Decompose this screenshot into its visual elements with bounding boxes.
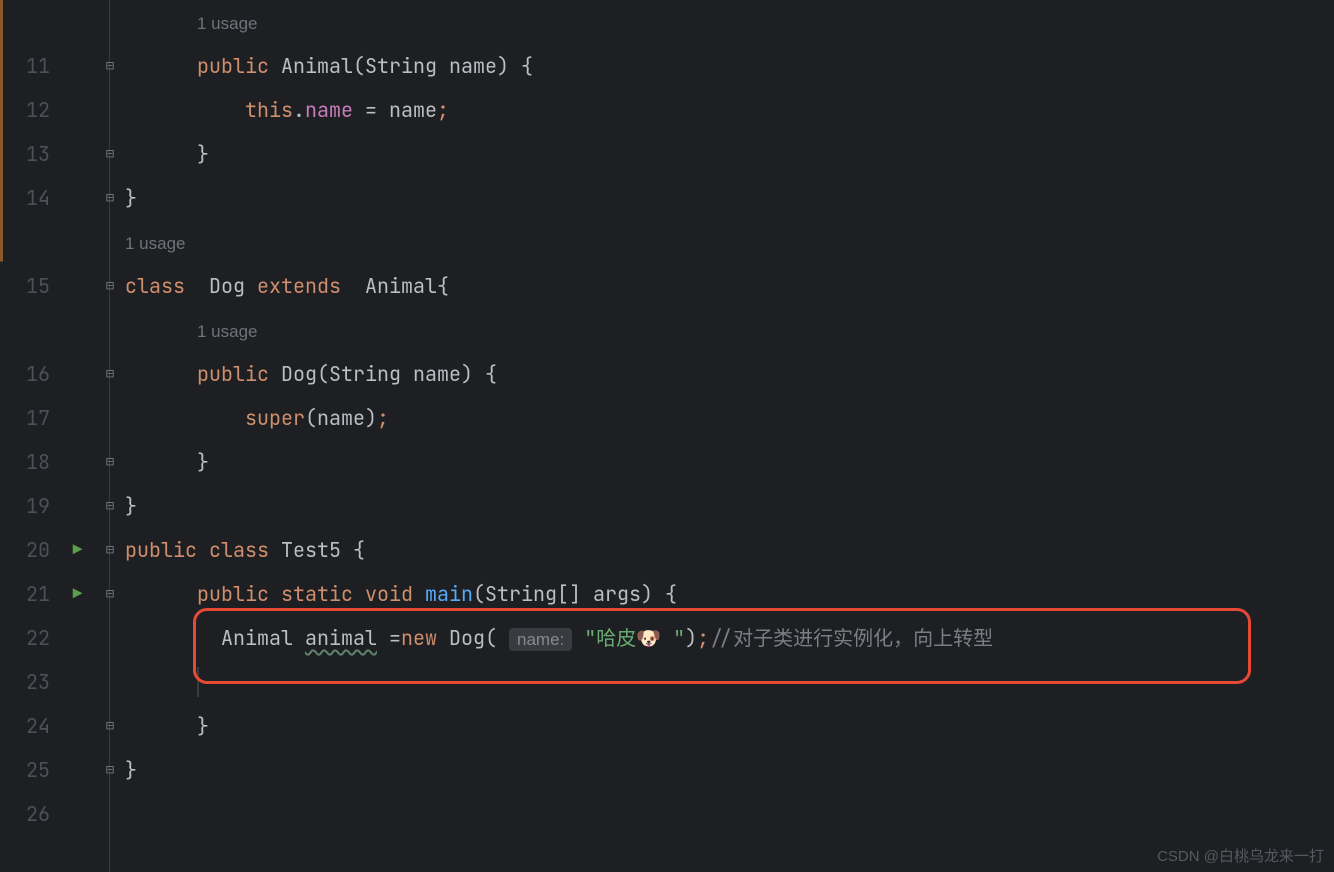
watermark-text: CSDN @白桃乌龙来一打 xyxy=(1157,845,1324,866)
code-line: public class Test5 { xyxy=(125,528,1334,572)
fold-close-icon[interactable]: ⊟ xyxy=(95,704,125,748)
code-line: } xyxy=(125,704,1334,748)
line-number xyxy=(0,220,60,264)
line-number: 14 xyxy=(0,176,60,220)
line-number: 19 xyxy=(0,484,60,528)
fold-close-icon[interactable]: ⊟ xyxy=(95,440,125,484)
code-line: public Dog(String name) { xyxy=(125,352,1334,396)
line-number xyxy=(0,0,60,44)
code-line: } xyxy=(125,440,1334,484)
fold-open-icon[interactable]: ⊟ xyxy=(95,352,125,396)
line-number: 12 xyxy=(0,88,60,132)
line-number xyxy=(0,308,60,352)
code-line: } xyxy=(125,132,1334,176)
code-line: } xyxy=(125,176,1334,220)
line-number: 22 xyxy=(0,616,60,660)
run-class-icon[interactable]: ▶ xyxy=(60,528,95,572)
line-number: 25 xyxy=(0,748,60,792)
line-number: 11 xyxy=(0,44,60,88)
run-gutter: ▶ ▶ xyxy=(60,0,95,872)
line-number: 26 xyxy=(0,792,60,836)
line-number: 13 xyxy=(0,132,60,176)
line-number: 16 xyxy=(0,352,60,396)
code-line: this.name = name; xyxy=(125,88,1334,132)
usage-hint[interactable]: 1 usage xyxy=(197,322,258,341)
line-number: 20 xyxy=(0,528,60,572)
code-line: 1 usage xyxy=(125,0,1334,44)
line-number: 24 xyxy=(0,704,60,748)
usage-hint[interactable]: 1 usage xyxy=(125,234,186,253)
fold-open-icon[interactable]: ⊟ xyxy=(95,44,125,88)
code-line: } xyxy=(125,748,1334,792)
code-area[interactable]: 1 usage public Animal(String name) { thi… xyxy=(125,0,1334,872)
run-method-icon[interactable]: ▶ xyxy=(60,572,95,616)
code-line: public Animal(String name) { xyxy=(125,44,1334,88)
fold-gutter: ⊟ ⊟ ⊟ ⊟ ⊟ ⊟ ⊟ ⊟ ⊟ ⊟ ⊟ xyxy=(95,0,125,872)
line-number: 15 xyxy=(0,264,60,308)
code-line: 1 usage xyxy=(125,308,1334,352)
highlight-annotation xyxy=(193,608,1251,684)
line-number: 17 xyxy=(0,396,60,440)
line-number-gutter: 11 12 13 14 15 16 17 18 19 20 21 22 23 2… xyxy=(0,0,60,872)
fold-close-icon[interactable]: ⊟ xyxy=(95,748,125,792)
fold-open-icon[interactable]: ⊟ xyxy=(95,572,125,616)
usage-hint[interactable]: 1 usage xyxy=(197,14,258,33)
code-line: 1 usage xyxy=(125,220,1334,264)
fold-close-icon[interactable]: ⊟ xyxy=(95,484,125,528)
code-line xyxy=(125,792,1334,836)
fold-close-icon[interactable]: ⊟ xyxy=(95,176,125,220)
code-editor[interactable]: 11 12 13 14 15 16 17 18 19 20 21 22 23 2… xyxy=(0,0,1334,872)
fold-open-icon[interactable]: ⊟ xyxy=(95,528,125,572)
fold-close-icon[interactable]: ⊟ xyxy=(95,132,125,176)
fold-open-icon[interactable]: ⊟ xyxy=(95,264,125,308)
code-line: super(name); xyxy=(125,396,1334,440)
code-line: } xyxy=(125,484,1334,528)
line-number: 21 xyxy=(0,572,60,616)
line-number: 18 xyxy=(0,440,60,484)
code-line: class Dog extends Animal{ xyxy=(125,264,1334,308)
line-number: 23 xyxy=(0,660,60,704)
